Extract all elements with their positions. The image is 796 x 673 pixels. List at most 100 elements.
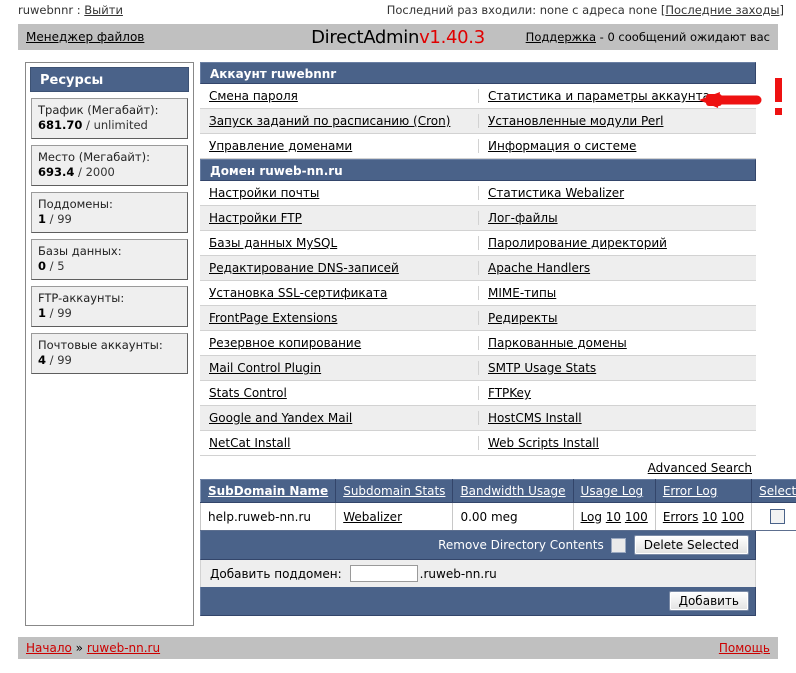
column-header-subdomain-stats[interactable]: Subdomain Stats [335,479,454,503]
resource-separator: / [82,118,94,132]
column-header-subdomain-name[interactable]: SubDomain Name [199,479,337,503]
domain-link[interactable]: Базы данных MySQL [209,236,337,250]
column-header-bandwidth-usage[interactable]: Bandwidth Usage [452,479,574,503]
support-message-count: - 0 сообщений ожидают вас [599,30,770,44]
resource-item: FTP-аккаунты: 1 / 99 [31,286,188,327]
resource-used: 4 [38,353,47,367]
link-cell-right: Информация о системе [478,139,756,153]
link-cell-left: Редактирование DNS-записей [200,261,478,275]
domain-link[interactable]: Web Scripts Install [488,436,599,450]
table-row: help.ruweb-nn.ru Webalizer 0.00 meg Log 10 … [199,502,796,531]
domain-link[interactable]: Google and Yandex Mail [209,411,352,425]
account-section-title: Аккаунт ruwebnnr [200,62,756,84]
link-row: Настройки FTP Лог-файлы [200,206,756,231]
resource-value: 1 / 99 [38,306,181,321]
column-header-error-log[interactable]: Error Log [654,479,753,503]
breadcrumb-home-link[interactable]: Начало [26,641,72,655]
last-logins-link[interactable]: Последние заходы [665,3,779,17]
row-select-checkbox[interactable] [770,509,786,524]
resource-label: Место (Мегабайт): [38,150,150,164]
resource-used: 0 [38,259,47,273]
add-subdomain-input[interactable] [349,565,418,582]
subdomain-stats-sort-link[interactable]: Subdomain Stats [343,484,445,498]
error-log-sort-link[interactable]: Error Log [663,484,718,498]
domain-links-list: Настройки почты Статистика Webalizer Настр… [200,181,756,456]
domain-link[interactable]: Apache Handlers [488,261,590,275]
domain-link[interactable]: Stats Control [209,386,287,400]
subdomain-table: SubDomain Name Subdomain Stats Bandwidth… [199,479,796,531]
link-cell-left: Настройки FTP [200,211,478,225]
domain-section-title: Домен ruweb-nn.ru [200,159,756,181]
link-row: NetCat Install Web Scripts Install [200,431,756,456]
link-cell-right: Паркованные домены [478,336,756,350]
account-link[interactable]: Установленные модули Perl [488,114,663,128]
domain-link[interactable]: FTPKey [488,386,531,400]
link-cell-left: Смена пароля [200,89,478,103]
resource-separator: / [46,353,58,367]
domain-link[interactable]: Лог-файлы [488,211,558,225]
domain-link[interactable]: Mail Control Plugin [209,361,321,375]
domain-link[interactable]: Паролирование директорий [488,236,667,250]
top-user-bar: ruwebnnr : Выйти Последний раз входили: … [0,0,796,20]
domain-link[interactable]: MIME-типы [488,286,556,300]
domain-link[interactable]: Настройки почты [209,186,319,200]
usage-log-label-link[interactable]: Log [581,510,602,524]
select-all-link[interactable]: Select [759,484,796,498]
add-subdomain-suffix: .ruweb-nn.ru [419,566,497,581]
cell-select [751,502,796,531]
add-subdomain-button[interactable]: Добавить [668,591,749,611]
link-cell-left: Управление доменами [200,139,478,153]
error-log-n10-link[interactable]: 10 [702,510,717,524]
usage-log-n100-link[interactable]: 100 [625,510,648,524]
domain-link[interactable]: Статистика Webalizer [488,186,624,200]
error-log-label-link[interactable]: Errors [663,510,699,524]
resource-limit: 99 [57,212,72,226]
domain-link[interactable]: FrontPage Extensions [209,311,337,325]
link-row: Смена пароля Статистика и параметры аккау… [200,84,756,109]
breadcrumb: Начало » ruweb-nn.ru [26,641,160,655]
link-cell-left: Запуск заданий по расписанию (Cron) [200,114,478,128]
column-header-usage-log[interactable]: Usage Log [572,479,656,503]
domain-link[interactable]: NetCat Install [209,436,290,450]
domain-link[interactable]: Редактирование DNS-записей [209,261,399,275]
domain-link[interactable]: Настройки FTP [209,211,302,225]
link-cell-left: NetCat Install [200,436,478,450]
webalizer-link[interactable]: Webalizer [343,510,402,524]
link-cell-right: Статистика и параметры аккаунта [478,89,756,103]
account-link[interactable]: Статистика и параметры аккаунта [488,89,710,103]
account-link[interactable]: Смена пароля [209,89,298,103]
account-link[interactable]: Информация о системе [488,139,636,153]
logout-link[interactable]: Выйти [84,3,123,17]
usage-log-sort-link[interactable]: Usage Log [581,484,644,498]
breadcrumb-domain-link[interactable]: ruweb-nn.ru [87,641,160,655]
account-link[interactable]: Управление доменами [209,139,352,153]
domain-link[interactable]: HostCMS Install [488,411,582,425]
domain-link[interactable]: SMTP Usage Stats [488,361,596,375]
account-link[interactable]: Запуск заданий по расписанию (Cron) [209,114,450,128]
domain-link[interactable]: Установка SSL-сертификата [209,286,387,300]
advanced-search-link[interactable]: Advanced Search [648,461,752,475]
breadcrumb-separator: » [75,641,84,655]
subdomain-table-body: help.ruweb-nn.ru Webalizer 0.00 meg Log 10 … [199,502,796,531]
add-subdomain-label: Добавить поддомен: [210,566,342,581]
link-cell-right: Web Scripts Install [478,436,756,450]
bandwidth-usage-sort-link[interactable]: Bandwidth Usage [460,484,565,498]
delete-selected-button[interactable]: Delete Selected [633,535,749,555]
resource-separator: / [46,212,58,226]
link-cell-right: SMTP Usage Stats [478,361,756,375]
link-row: FrontPage Extensions Редиректы [200,306,756,331]
usage-log-n10-link[interactable]: 10 [606,510,621,524]
error-log-n100-link[interactable]: 100 [721,510,744,524]
link-cell-right: Лог-файлы [478,211,756,225]
link-row: Базы данных MySQL Паролирование директори… [200,231,756,256]
advanced-search-area: Advanced Search [200,456,756,479]
domain-link[interactable]: Резервное копирование [209,336,361,350]
domain-link[interactable]: Паркованные домены [488,336,627,350]
subdomain-name-sort-link[interactable]: SubDomain Name [208,484,328,498]
help-link[interactable]: Помощь [719,641,770,655]
domain-link[interactable]: Редиректы [488,311,557,325]
resource-label: Почтовые аккаунты: [38,338,163,352]
remove-directory-contents-checkbox[interactable] [610,537,626,553]
column-header-select[interactable]: Select [751,479,796,503]
support-link[interactable]: Поддержка [526,30,596,44]
